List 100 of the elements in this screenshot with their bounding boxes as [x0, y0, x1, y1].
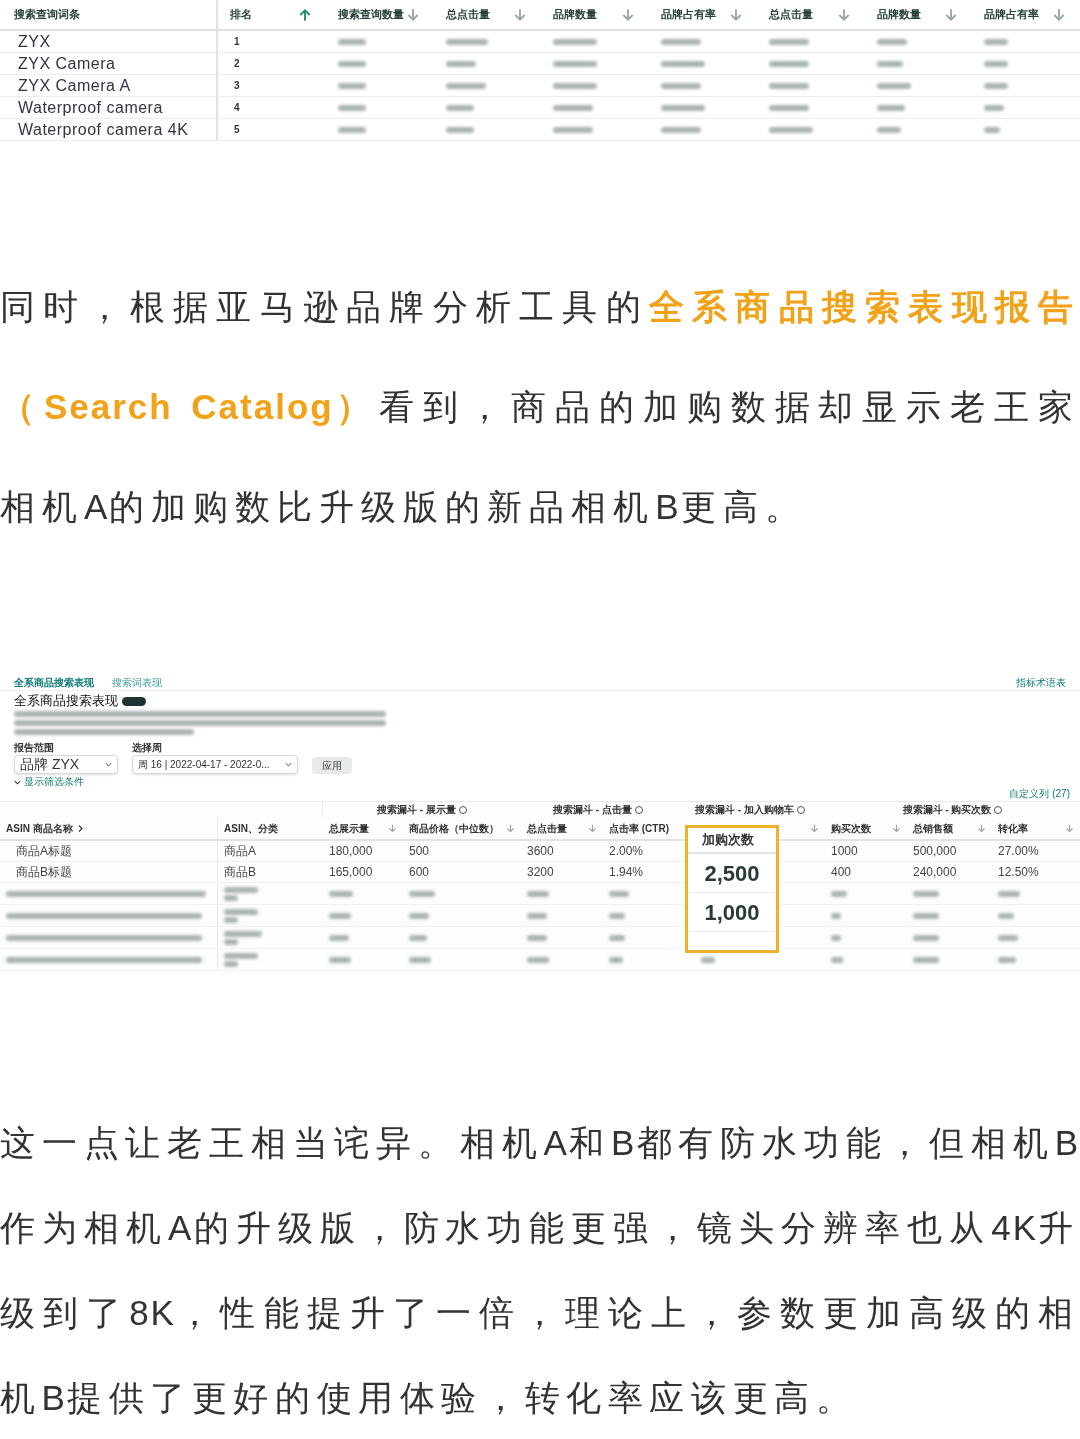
search-term: Waterproof camera 4K — [18, 119, 189, 140]
sort-down-icon[interactable] — [388, 823, 397, 833]
table-cell-text: 12.50% — [998, 864, 1039, 881]
caret-icon — [285, 762, 292, 767]
dropdown[interactable]: 周 16 | 2022-04-17 - 2022-0... — [132, 755, 298, 774]
table-cell-text: 500,000 — [913, 843, 957, 860]
blurred-value — [445, 82, 486, 89]
column-header[interactable]: 品牌占有率 — [984, 9, 1040, 20]
blurred-value — [831, 912, 841, 919]
blurred-value — [984, 60, 1009, 67]
blurred-value — [876, 104, 905, 111]
sort-down-icon[interactable] — [621, 7, 635, 22]
search-term: ZYX Camera A — [18, 75, 131, 96]
blurred-value — [984, 126, 1001, 133]
table-cell-text: 1000 — [831, 843, 858, 860]
column-header[interactable]: 品牌占有率 — [661, 9, 716, 20]
blurred-value — [876, 60, 903, 67]
sort-up-icon[interactable] — [297, 7, 312, 22]
blurred-value — [768, 60, 809, 67]
blurred-value — [553, 82, 598, 89]
sort-down-icon[interactable] — [405, 7, 420, 22]
rank-number: 5 — [234, 123, 240, 137]
column-header[interactable]: 品牌数量 — [876, 9, 921, 20]
sort-down-icon[interactable] — [588, 823, 597, 833]
column-header[interactable]: ASIN 商品名称 — [6, 820, 73, 836]
sort-down-icon[interactable] — [513, 7, 528, 22]
table-cell-text: 27.00% — [998, 843, 1039, 860]
report-tab[interactable]: 全系商品搜索表现 — [14, 676, 94, 689]
sort-down-icon[interactable] — [506, 823, 515, 833]
blurred-value — [831, 934, 841, 941]
column-header[interactable]: 购买次数 — [831, 820, 871, 836]
show-filters-link[interactable]: 显示筛选条件 — [0, 777, 98, 787]
apply-button[interactable]: 应用 — [312, 757, 352, 774]
blurred-value — [445, 104, 474, 111]
sort-down-icon[interactable] — [810, 823, 819, 833]
blurred-value — [831, 956, 843, 963]
blurred-value — [409, 934, 427, 941]
customize-columns-link[interactable]: 自定义列 (27) — [1009, 789, 1070, 799]
sort-down-icon[interactable] — [1052, 7, 1066, 22]
blurred-value — [527, 934, 547, 941]
blurred-value — [998, 890, 1020, 897]
column-header[interactable]: 总点击量 — [527, 820, 567, 836]
glossary-link[interactable]: 指标术语表 — [1016, 676, 1066, 689]
blurred-value — [768, 126, 813, 133]
column-header[interactable]: 总点击量 — [445, 9, 490, 20]
column-header[interactable]: 总展示量 — [329, 820, 369, 836]
blurred-value — [409, 912, 429, 919]
table-cell-text: 180,000 — [329, 843, 373, 860]
table-cell-text: 500 — [409, 843, 430, 860]
table-cell-text: 600 — [409, 864, 430, 881]
column-header[interactable]: 搜索查询数量 — [337, 9, 404, 20]
table-cell-text: 3200 — [527, 864, 554, 881]
blurred-value — [876, 82, 911, 89]
sort-down-icon[interactable] — [944, 7, 959, 22]
blurred-value — [913, 890, 939, 897]
column-header[interactable]: 品牌数量 — [553, 9, 598, 20]
product-title: 商品B标题 — [16, 864, 72, 881]
column-header[interactable]: 转化率 — [998, 820, 1028, 836]
blurred-value — [984, 104, 1005, 111]
blurred-value — [329, 912, 351, 919]
search-term: Waterproof camera — [18, 97, 163, 118]
sort-down-icon[interactable] — [977, 823, 986, 833]
group-header: 搜索漏斗 - 加入购物车 — [695, 804, 794, 815]
report-tab[interactable]: 搜索词表现 — [112, 676, 162, 689]
column-header[interactable]: ASIN、分类 — [224, 820, 278, 836]
blurred-value — [337, 60, 366, 67]
chevron-down-icon — [14, 779, 21, 785]
blurred-value — [661, 82, 701, 89]
blurred-value — [661, 104, 705, 111]
blurred-value — [553, 60, 598, 67]
blurred-value — [998, 956, 1016, 963]
sort-down-icon[interactable] — [892, 823, 901, 833]
sort-down-icon[interactable] — [728, 7, 743, 22]
blurred-value — [329, 890, 353, 897]
group-header: 搜索漏斗 - 展示量 — [377, 804, 456, 815]
table-cell-text: 商品A — [224, 843, 256, 860]
blurred-value — [661, 126, 701, 133]
dropdown[interactable]: 品牌 ZYX — [14, 755, 118, 774]
group-header: 搜索漏斗 - 点击量 — [553, 804, 632, 815]
column-header[interactable]: 点击率 (CTR) — [609, 820, 669, 836]
sort-down-icon[interactable] — [1065, 823, 1074, 833]
column-header[interactable]: 排名 — [230, 9, 252, 20]
group-header: 搜索漏斗 - 购买次数 — [902, 804, 992, 815]
blurred-value — [329, 934, 349, 941]
blurred-value — [609, 956, 623, 963]
table-cell-text: 商品B — [224, 864, 256, 881]
column-header[interactable]: 商品价格（中位数） — [409, 820, 499, 836]
column-header[interactable]: 总销售额 — [913, 820, 953, 836]
product-title: 商品A标题 — [16, 843, 72, 860]
blurred-value — [553, 104, 594, 111]
status-badge — [122, 696, 146, 706]
column-header[interactable]: 总点击量 — [768, 9, 813, 20]
blurred-value — [409, 956, 431, 963]
column-header[interactable]: 搜索查询词条 — [14, 9, 80, 20]
sort-down-icon[interactable] — [836, 7, 851, 22]
blurred-value — [984, 38, 1009, 45]
table-cell-text: 1.94% — [609, 864, 644, 881]
blurred-value — [913, 934, 939, 941]
blurred-value — [661, 60, 705, 67]
blurred-value — [768, 82, 809, 89]
